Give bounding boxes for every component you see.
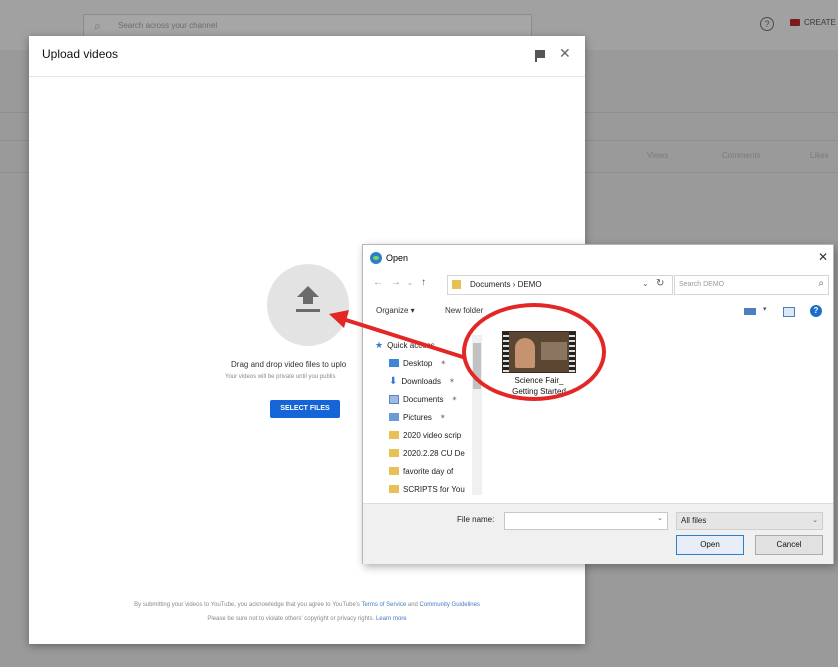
file-type-filter[interactable]: All files ⌄ bbox=[676, 512, 823, 530]
up-arrow-icon[interactable]: ↑ bbox=[421, 277, 426, 288]
upload-dialog-title: Upload videos bbox=[42, 47, 119, 61]
chevron-down-icon[interactable]: ⌄ bbox=[642, 279, 649, 288]
nav-item-label: 2020 video scrip bbox=[403, 430, 462, 440]
upload-drop-target[interactable] bbox=[267, 264, 349, 346]
select-files-button[interactable]: SELECT FILES bbox=[270, 400, 340, 418]
feedback-flag-icon[interactable] bbox=[535, 50, 545, 62]
file-name-input[interactable] bbox=[504, 512, 668, 530]
pin-icon: ✶ bbox=[451, 396, 458, 403]
terms-notice: By submitting your videos to YouTube, yo… bbox=[29, 602, 585, 608]
folder-icon bbox=[389, 485, 399, 493]
terms-of-service-link[interactable]: Terms of Service bbox=[362, 602, 407, 608]
address-path: Documents › DEMO bbox=[470, 280, 542, 289]
private-notice: Your videos will be private until you pu… bbox=[225, 374, 336, 380]
highlight-circle bbox=[462, 303, 606, 401]
nav-item-documents[interactable]: Documents ✶ bbox=[389, 391, 457, 407]
nav-item-desktop[interactable]: Desktop ✶ bbox=[389, 355, 446, 371]
upload-dialog-header: Upload videos ✕ bbox=[29, 36, 585, 77]
address-bar[interactable]: Documents › DEMO ⌄ ↻ bbox=[447, 275, 673, 295]
nav-item-folder[interactable]: favorite day of bbox=[389, 463, 453, 479]
pin-icon: ✶ bbox=[439, 414, 446, 421]
upload-arrow-base bbox=[296, 309, 320, 312]
community-guidelines-link[interactable]: Community Guidelines bbox=[420, 602, 480, 608]
search-input[interactable]: Search DEMO ⌕ bbox=[674, 275, 829, 295]
column-header-views: Views bbox=[647, 151, 669, 160]
chevron-down-icon: ⌄ bbox=[812, 517, 818, 524]
open-dialog-titlebar: Open ✕ bbox=[363, 245, 833, 271]
nav-item-folder[interactable]: 2020 video scrip bbox=[389, 427, 461, 443]
recent-locations-chevron-icon[interactable]: ⌄ bbox=[407, 279, 413, 287]
help-icon: ? bbox=[760, 17, 774, 31]
nav-item-downloads[interactable]: ⬇ Downloads ✶ bbox=[389, 373, 455, 389]
video-camera-icon bbox=[790, 19, 800, 26]
folder-icon bbox=[452, 280, 461, 289]
star-icon: ★ bbox=[375, 339, 384, 350]
view-options-icon[interactable] bbox=[744, 308, 756, 315]
search-icon: ⌕ bbox=[94, 19, 101, 33]
open-file-dialog: Open ✕ ← → ⌄ ↑ Documents › DEMO ⌄ ↻ Sear… bbox=[362, 244, 834, 564]
cancel-button[interactable]: Cancel bbox=[755, 535, 823, 555]
nav-item-label: Pictures bbox=[403, 412, 432, 422]
desktop-icon bbox=[389, 359, 399, 367]
dialog-toolbar: Organize ▾ New folder ▾ ? bbox=[363, 299, 833, 323]
open-dialog-title: Open bbox=[386, 253, 409, 263]
rights-text: Please be sure not to violate others' co… bbox=[207, 616, 375, 622]
folder-icon bbox=[389, 449, 399, 457]
chevron-down-icon[interactable]: ⌄ bbox=[657, 514, 663, 522]
back-arrow-icon[interactable]: ← bbox=[373, 277, 383, 288]
nav-item-pictures[interactable]: Pictures ✶ bbox=[389, 409, 446, 425]
create-button: CREATE bbox=[790, 18, 836, 27]
nav-item-label: Downloads bbox=[401, 376, 441, 386]
search-placeholder: Search DEMO bbox=[679, 281, 725, 288]
forward-arrow-icon[interactable]: → bbox=[391, 277, 401, 288]
refresh-icon[interactable]: ↻ bbox=[656, 278, 664, 289]
documents-icon bbox=[389, 394, 399, 404]
browser-icon bbox=[370, 252, 382, 264]
new-folder-button[interactable]: New folder bbox=[445, 306, 483, 315]
channel-search-placeholder: Search across your channel bbox=[118, 21, 218, 30]
navigation-bar: ← → ⌄ ↑ Documents › DEMO ⌄ ↻ Search DEMO… bbox=[363, 271, 833, 297]
folder-icon bbox=[389, 467, 399, 475]
search-icon: ⌕ bbox=[818, 278, 824, 289]
nav-item-label: Desktop bbox=[403, 358, 433, 368]
open-button[interactable]: Open bbox=[676, 535, 744, 555]
chevron-down-icon[interactable]: ▾ bbox=[763, 305, 767, 313]
nav-item-quick-access[interactable]: ★ Quick access bbox=[375, 337, 435, 353]
nav-item-label: Quick access bbox=[387, 340, 435, 350]
nav-item-label: SCRIPTS for You bbox=[403, 484, 465, 494]
column-header-likes: Likes bbox=[810, 151, 829, 160]
terms-prefix: By submitting your videos to YouTube, yo… bbox=[134, 602, 360, 608]
pin-icon: ✶ bbox=[440, 360, 447, 367]
column-header-comments: Comments bbox=[722, 151, 761, 160]
pictures-icon bbox=[389, 413, 399, 421]
nav-item-label: favorite day of bbox=[403, 466, 454, 476]
preview-pane-icon[interactable] bbox=[783, 307, 795, 317]
drag-drop-instructions: Drag and drop video files to uplo bbox=[231, 360, 347, 369]
learn-more-link[interactable]: Learn more bbox=[376, 616, 407, 622]
close-icon[interactable]: ✕ bbox=[559, 45, 571, 62]
nav-item-folder[interactable]: 2020.2.28 CU De bbox=[389, 445, 465, 461]
rights-notice: Please be sure not to violate others' co… bbox=[29, 616, 585, 622]
file-name-label: File name: bbox=[457, 515, 495, 524]
terms-and: and bbox=[407, 602, 418, 608]
folder-icon bbox=[389, 431, 399, 439]
nav-item-folder[interactable]: SCRIPTS for You bbox=[389, 481, 465, 495]
dialog-footer: File name: ⌄ All files ⌄ Open Cancel bbox=[363, 503, 833, 564]
pin-icon: ✶ bbox=[448, 378, 455, 385]
upload-arrow-stem bbox=[303, 296, 313, 304]
downloads-icon: ⬇ bbox=[389, 375, 398, 387]
nav-item-label: Documents bbox=[403, 394, 444, 404]
file-type-value: All files bbox=[681, 516, 707, 525]
create-label: CREATE bbox=[804, 18, 836, 27]
help-icon[interactable]: ? bbox=[810, 305, 822, 317]
close-icon[interactable]: ✕ bbox=[818, 250, 828, 264]
nav-item-label: 2020.2.28 CU De bbox=[403, 448, 465, 458]
organize-menu[interactable]: Organize ▾ bbox=[376, 306, 415, 315]
